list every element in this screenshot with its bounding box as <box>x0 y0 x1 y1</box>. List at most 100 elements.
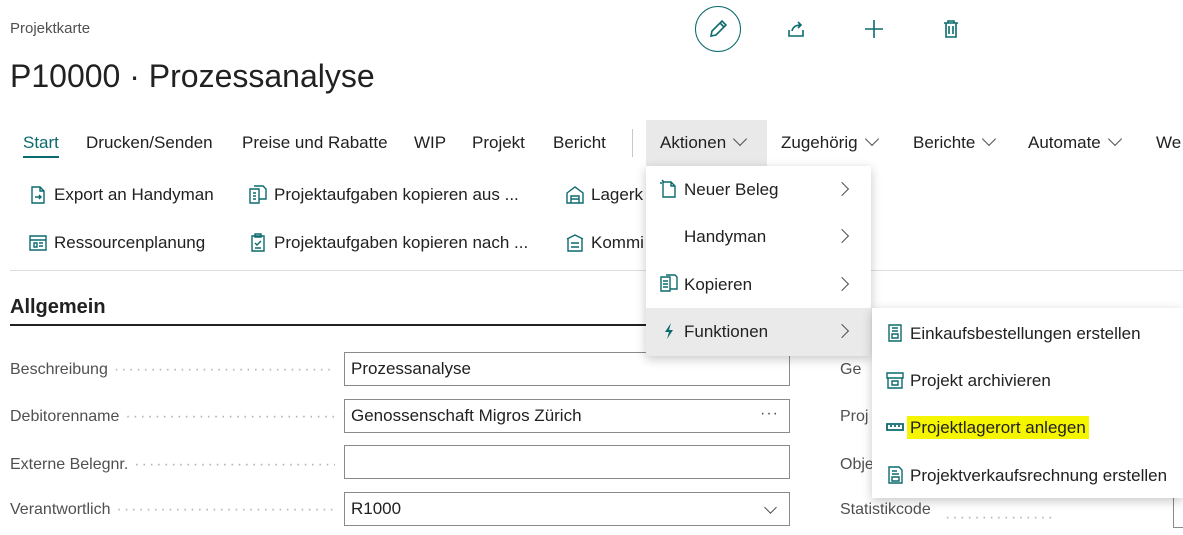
tab-separator <box>632 129 633 157</box>
lager-label: Lagerk <box>591 185 643 204</box>
menu-item-label-highlighted: Projektlagerort anlegen <box>907 416 1089 439</box>
tab-start[interactable]: Start <box>23 120 59 166</box>
debitorenname-label: Debitorenname ···························… <box>10 408 335 425</box>
menu-item-label: Kopieren <box>684 275 753 294</box>
tab-preise-rabatte[interactable]: Preise und Rabatte <box>242 120 388 166</box>
verantwortlich-field[interactable]: R1000 <box>344 492 790 526</box>
menu-item-label: Projektverkaufsrechnung erstellen <box>910 466 1168 485</box>
tab-automate[interactable]: Automate <box>1028 120 1122 166</box>
menu-item-projektverkaufsrechnung[interactable]: Projektverkaufsrechnung erstellen <box>872 452 1183 499</box>
statistikcode-field[interactable] <box>1173 494 1183 528</box>
chevron-right-icon <box>834 276 850 292</box>
menu-item-handyman[interactable]: Handyman <box>646 213 871 260</box>
ressourcenplanung-action[interactable]: Ressourcenplanung <box>28 233 205 253</box>
kommi-label: Kommi <box>591 233 644 252</box>
trash-icon <box>944 20 958 38</box>
externe-belegnr-label-text: Externe Belegnr. <box>10 456 129 473</box>
action-tab-bar: Start Drucken/Senden Preise und Rabatte … <box>0 120 1183 166</box>
debitorenname-label-text: Debitorenname <box>10 408 120 425</box>
aufgaben-kopieren-aus-label: Projektaufgaben kopieren aus ... <box>274 185 519 204</box>
add-button[interactable] <box>851 6 897 52</box>
export-handyman-action[interactable]: Export an Handyman <box>28 185 214 205</box>
kommi-action[interactable]: Kommi <box>565 233 644 253</box>
chevron-down-icon <box>864 131 879 147</box>
tab-start-label: Start <box>23 133 59 158</box>
section-underline <box>10 324 650 326</box>
invoice-icon <box>885 465 905 485</box>
tab-weitere[interactable]: We <box>1156 120 1181 166</box>
tab-automate-label: Automate <box>1028 133 1101 152</box>
aufgaben-kopieren-nach-label: Projektaufgaben kopieren nach ... <box>274 233 529 252</box>
beschreibung-label-text: Beschreibung <box>10 361 108 378</box>
menu-item-label: Projektlagerort anlegen <box>907 416 1089 439</box>
tab-projekt[interactable]: Projekt <box>472 120 525 166</box>
tab-zugehoerig-label: Zugehörig <box>781 133 858 152</box>
verantwortlich-value: R1000 <box>351 499 402 518</box>
tab-berichte-label: Berichte <box>913 133 976 152</box>
beschreibung-label: Beschreibung ····························… <box>10 361 335 378</box>
tab-aktionen[interactable]: Aktionen <box>646 120 767 166</box>
menu-item-einkaufsbestellungen[interactable]: Einkaufsbestellungen erstellen <box>872 310 1183 357</box>
chevron-right-icon <box>834 323 850 339</box>
lightning-icon <box>659 321 679 341</box>
delete-button[interactable] <box>928 6 974 52</box>
statistikcode-dots: ··············· <box>945 509 1055 526</box>
funktionen-submenu: Einkaufsbestellungen erstellen Projekt a… <box>872 308 1183 498</box>
copy-tasks-icon <box>248 185 268 205</box>
more-options-icon[interactable]: ··· <box>760 398 779 430</box>
share-icon <box>788 21 804 37</box>
chevron-right-icon <box>834 228 850 244</box>
externe-belegnr-field[interactable] <box>344 445 790 479</box>
menu-item-projekt-archivieren[interactable]: Projekt archivieren <box>872 357 1183 404</box>
right-field-ge-label: Ge <box>840 361 862 378</box>
export-document-icon <box>28 185 48 205</box>
menu-item-label: Handyman <box>684 227 767 246</box>
menu-item-label: Projekt archivieren <box>910 371 1051 390</box>
copy-icon <box>659 274 679 294</box>
right-field-obj-label: Obje <box>840 456 874 473</box>
menu-item-funktionen[interactable]: Funktionen <box>646 308 871 356</box>
chevron-down-icon[interactable] <box>764 501 777 514</box>
menu-item-label: Einkaufsbestellungen erstellen <box>910 324 1141 343</box>
statistikcode-label: Statistikcode <box>840 501 931 518</box>
chevron-down-icon <box>982 131 997 147</box>
page-title: P10000 · Prozessanalyse <box>10 58 375 94</box>
share-button[interactable] <box>773 6 819 52</box>
menu-item-label: Neuer Beleg <box>684 180 779 199</box>
archive-icon <box>885 370 905 390</box>
tab-wip[interactable]: WIP <box>414 120 446 166</box>
pencil-icon <box>709 19 728 38</box>
picking-icon <box>565 233 585 253</box>
tab-berichte[interactable]: Berichte <box>913 120 997 166</box>
menu-item-projektlagerort-anlegen[interactable]: Projektlagerort anlegen <box>872 404 1183 451</box>
plus-icon <box>865 20 883 38</box>
chevron-right-icon <box>834 181 850 197</box>
lager-action[interactable]: Lagerk <box>565 185 643 205</box>
export-handyman-label: Export an Handyman <box>54 185 214 204</box>
resource-planning-icon <box>28 233 48 253</box>
menu-item-neuer-beleg[interactable]: Neuer Beleg <box>646 166 871 213</box>
purchase-order-icon <box>885 323 905 343</box>
verantwortlich-label: Verantwortlich ··························… <box>10 501 335 518</box>
menu-item-label: Funktionen <box>684 322 769 341</box>
ressourcenplanung-label: Ressourcenplanung <box>54 233 206 252</box>
tab-drucken-senden[interactable]: Drucken/Senden <box>86 120 213 166</box>
chevron-down-icon <box>1107 131 1122 147</box>
tab-zugehoerig[interactable]: Zugehörig <box>781 120 879 166</box>
verantwortlich-label-text: Verantwortlich <box>10 501 111 518</box>
location-icon <box>885 417 905 437</box>
aufgaben-kopieren-aus-action[interactable]: Projektaufgaben kopieren aus ... <box>248 185 519 205</box>
externe-belegnr-label: Externe Belegnr. ························… <box>10 456 335 473</box>
warehouse-icon <box>565 185 585 205</box>
debitorenname-value: Genossenschaft Migros Zürich <box>351 406 582 425</box>
edit-button[interactable] <box>695 6 741 52</box>
menu-item-kopieren[interactable]: Kopieren <box>646 261 871 308</box>
aufgaben-kopieren-nach-action[interactable]: Projektaufgaben kopieren nach ... <box>248 233 528 253</box>
page-caption: Projektkarte <box>10 20 91 37</box>
debitorenname-field[interactable]: Genossenschaft Migros Zürich ··· <box>344 399 790 433</box>
tab-bericht[interactable]: Bericht <box>553 120 606 166</box>
aktionen-menu: Neuer Beleg Handyman Kopieren Funktionen <box>646 166 871 356</box>
right-field-proj-label: Proj <box>840 408 869 425</box>
beschreibung-field[interactable]: Prozessanalyse <box>344 352 790 386</box>
section-title: Allgemein <box>10 296 106 318</box>
